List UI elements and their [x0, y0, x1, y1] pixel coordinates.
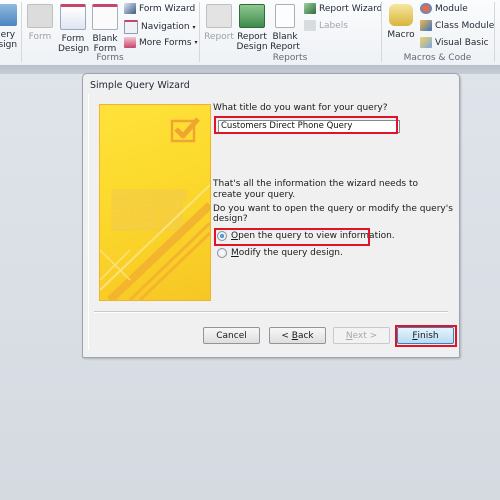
ribbon-report-button[interactable]: Report — [203, 4, 235, 42]
report-label: Report — [204, 32, 234, 42]
labels-icon — [304, 20, 316, 31]
finish-button[interactable]: Finish — [397, 327, 454, 344]
open-question-label: Do you want to open the query or modify … — [213, 204, 453, 224]
navigation-label: Navigation — [141, 22, 190, 32]
forms-group-label: Forms — [96, 53, 124, 63]
reports-group-label: Reports — [272, 53, 308, 63]
query-design-label: uery esign — [0, 30, 18, 50]
blank-form-icon — [92, 4, 118, 30]
dialog-title: Simple Query Wizard — [90, 80, 190, 91]
form-design-icon — [60, 4, 86, 30]
next-button[interactable]: Next > — [333, 327, 390, 344]
blank-form-label: Blank Form — [92, 34, 118, 54]
back-button[interactable]: < Back — [269, 327, 326, 344]
form-wizard-icon — [124, 3, 136, 14]
more-forms-icon — [124, 37, 136, 48]
query-title-input[interactable] — [218, 120, 400, 133]
visual-basic-icon — [420, 37, 432, 48]
info-text: That's all the information the wizard ne… — [213, 179, 419, 200]
dropdown-arrow-icon: ▾ — [192, 23, 196, 31]
cancel-button[interactable]: Cancel — [203, 327, 260, 344]
ribbon-separator — [494, 2, 495, 62]
simple-query-wizard-dialog: Simple Query Wizard What title do you wa… — [82, 73, 460, 358]
class-module-label: Class Module — [435, 20, 495, 31]
wizard-illustration — [99, 104, 211, 301]
radio-modify-design-label: Modify the query design. — [231, 248, 343, 258]
ribbon-labels-button[interactable]: Labels — [304, 20, 348, 31]
report-design-label: Report Design — [236, 32, 268, 52]
query-design-icon — [0, 4, 17, 26]
blank-report-icon — [275, 4, 295, 28]
ribbon-module-button[interactable]: Module — [420, 3, 468, 14]
form-wizard-label: Form Wizard — [139, 3, 196, 14]
macros-code-group-label: Macros & Code — [403, 53, 472, 63]
wizard-artwork-icon — [100, 117, 210, 300]
visual-basic-label: Visual Basic — [435, 37, 489, 48]
form-design-label: Form Design — [58, 34, 90, 54]
macro-label: Macro — [387, 30, 415, 40]
radio-selected-icon[interactable] — [217, 231, 227, 241]
ribbon-report-wizard-button[interactable]: Report Wizard — [304, 3, 382, 14]
dialog-divider — [94, 311, 448, 313]
radio-modify-design[interactable]: Modify the query design. — [217, 248, 343, 258]
dialog-body: What title do you want for your query? T… — [88, 94, 457, 350]
ribbon-blank-form-button[interactable]: Blank Form — [92, 4, 118, 54]
more-forms-label: More Forms — [139, 37, 192, 48]
ribbon-class-module-button[interactable]: Class Module — [420, 20, 494, 31]
labels-label: Labels — [319, 20, 348, 31]
blank-report-label: Blank Report — [270, 32, 300, 52]
ribbon-query-design-partial[interactable]: uery esign — [0, 4, 18, 50]
ribbon-form-wizard-button[interactable]: Form Wizard — [124, 3, 195, 14]
ribbon-navigation-button[interactable]: Navigation ▾ — [124, 20, 196, 34]
report-wizard-icon — [304, 3, 316, 14]
class-module-icon — [420, 20, 432, 31]
report-design-icon — [239, 4, 265, 28]
ribbon-form-button[interactable]: Form — [27, 4, 53, 42]
title-question-label: What title do you want for your query? — [213, 103, 388, 113]
navigation-icon — [124, 20, 138, 34]
ribbon: uery esign Form Form Design Blank Form F… — [0, 0, 500, 66]
ribbon-report-design-button[interactable]: Report Design — [236, 4, 268, 52]
dropdown-arrow-icon: ▾ — [194, 39, 198, 46]
module-label: Module — [435, 3, 468, 14]
radio-open-query[interactable]: Open the query to view information. — [217, 231, 395, 241]
ribbon-form-design-button[interactable]: Form Design — [57, 4, 89, 54]
radio-unselected-icon[interactable] — [217, 248, 227, 258]
ribbon-macro-button[interactable]: Macro — [385, 4, 417, 40]
ribbon-blank-report-button[interactable]: Blank Report — [270, 4, 300, 52]
radio-open-query-label: Open the query to view information. — [231, 231, 395, 241]
form-icon — [27, 4, 53, 28]
macro-icon — [389, 4, 413, 26]
ribbon-more-forms-button[interactable]: More Forms ▾ — [124, 37, 198, 48]
module-icon — [420, 3, 432, 14]
form-label: Form — [28, 32, 52, 42]
report-wizard-label: Report Wizard — [319, 3, 383, 14]
ribbon-visual-basic-button[interactable]: Visual Basic — [420, 37, 489, 48]
report-icon — [206, 4, 232, 28]
